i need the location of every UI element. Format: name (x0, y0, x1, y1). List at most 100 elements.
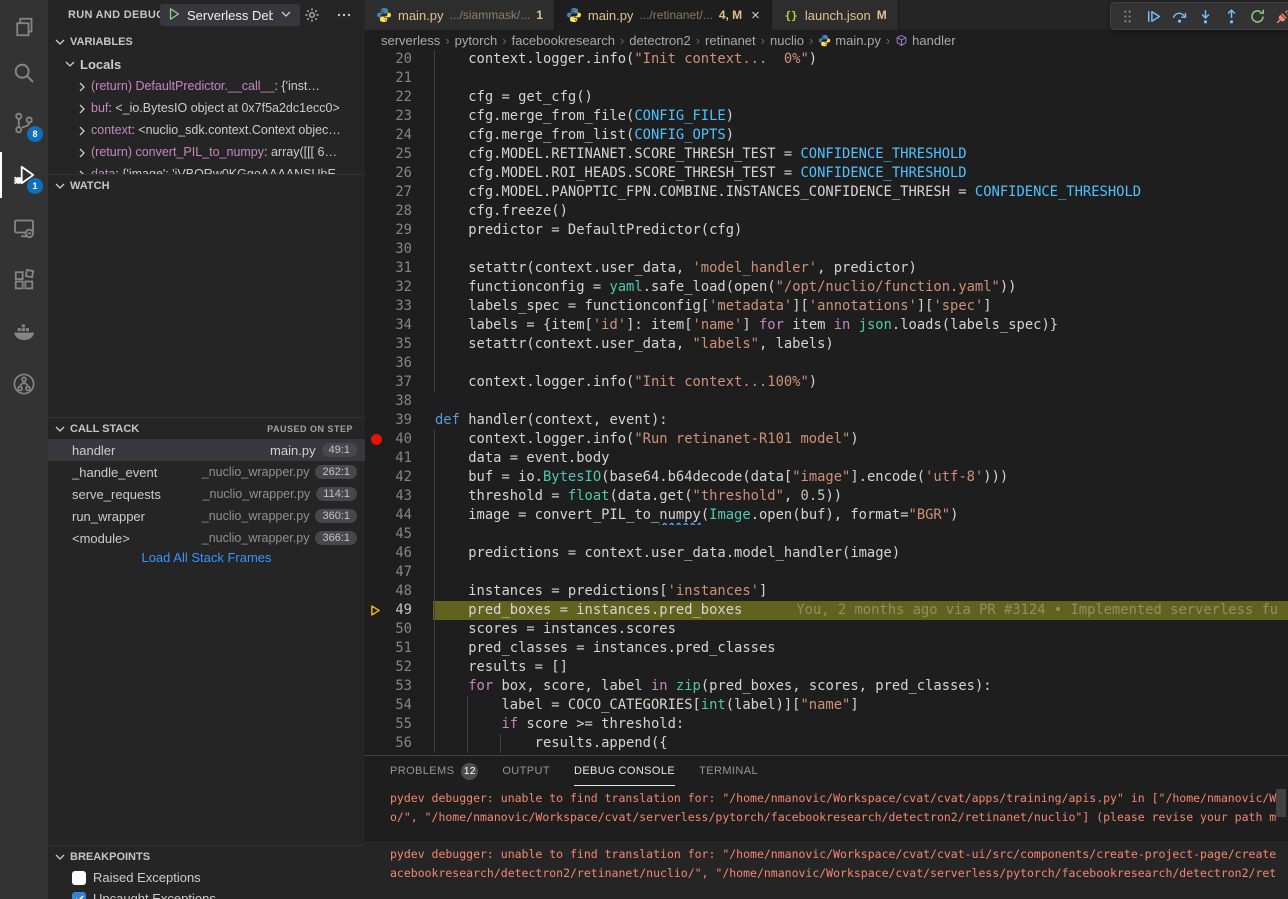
gutter-line-20[interactable]: 20 (365, 50, 433, 69)
gutter-line-23[interactable]: 23 (365, 107, 433, 126)
activity-bar-item-git-graph[interactable] (0, 361, 48, 407)
activity-bar-item-extensions[interactable] (0, 257, 48, 303)
more-actions-icon[interactable] (336, 7, 352, 23)
code-line-content[interactable]: labels_spec = functionconfig['metadata']… (433, 297, 1288, 316)
code-line-content[interactable]: predictions = context.user_data.model_ha… (433, 544, 1288, 563)
step-over-button[interactable] (1167, 4, 1191, 28)
breadcrumb-item-main.py[interactable]: main.py (818, 33, 881, 48)
code-line-content[interactable] (433, 392, 1288, 411)
gutter-line-34[interactable]: 34 (365, 316, 433, 335)
code-line-content[interactable]: label = COCO_CATEGORIES[int(label)]["nam… (433, 696, 1288, 715)
code-line-content[interactable] (433, 525, 1288, 544)
code-line-content[interactable]: setattr(context.user_data, 'model_handle… (433, 259, 1288, 278)
code-line-content[interactable]: def handler(context, event): (433, 411, 1288, 430)
gutter-line-51[interactable]: 51 (365, 639, 433, 658)
gutter-line-41[interactable]: 41 (365, 449, 433, 468)
call-stack-frame[interactable]: handlermain.py49:1 (48, 439, 365, 461)
gutter-line-40[interactable]: 40 (365, 430, 433, 449)
editor-tab-main.py[interactable]: main.py.../siammask/...1 (365, 0, 555, 30)
gutter-line-49[interactable]: 49 (365, 601, 433, 620)
gutter-line-43[interactable]: 43 (365, 487, 433, 506)
disconnect-button[interactable] (1271, 4, 1288, 28)
code-line-content[interactable]: pred_boxes = instances.pred_boxesYou, 2 … (433, 601, 1288, 620)
gutter-line-30[interactable]: 30 (365, 240, 433, 259)
gutter-line-25[interactable]: 25 (365, 145, 433, 164)
activity-bar-item-source-control[interactable]: 8 (0, 100, 48, 146)
code-line-content[interactable] (433, 354, 1288, 373)
code-line-content[interactable]: for box, score, label in zip(pred_boxes,… (433, 677, 1288, 696)
activity-bar-item-remote-explorer[interactable] (0, 205, 48, 251)
gutter-line-35[interactable]: 35 (365, 335, 433, 354)
variables-scope-locals[interactable]: Locals (48, 53, 365, 75)
code-line-content[interactable]: instances = predictions['instances'] (433, 582, 1288, 601)
editor-tab-launch.json[interactable]: {}launch.jsonM (772, 0, 899, 30)
code-line-content[interactable]: data = event.body (433, 449, 1288, 468)
call-stack-frame[interactable]: serve_requests_nuclio_wrapper.py114:1 (48, 483, 365, 505)
gutter-line-24[interactable]: 24 (365, 126, 433, 145)
variable-row[interactable]: context: <nuclio_sdk.context.Context obj… (48, 119, 365, 141)
breadcrumb-item-serverless[interactable]: serverless (381, 33, 440, 48)
breadcrumb-item-handler[interactable]: handler (895, 33, 955, 48)
drag-handle-button[interactable] (1115, 4, 1139, 28)
step-out-button[interactable] (1219, 4, 1243, 28)
gutter-line-44[interactable]: 44 (365, 506, 433, 525)
gutter-line-52[interactable]: 52 (365, 658, 433, 677)
activity-bar-item-run-and-debug[interactable]: 1 (0, 152, 48, 198)
step-into-button[interactable] (1193, 4, 1217, 28)
code-line-content[interactable]: cfg.MODEL.PANOPTIC_FPN.COMBINE.INSTANCES… (433, 183, 1288, 202)
gear-icon[interactable] (304, 7, 320, 23)
gutter-line-39[interactable]: 39 (365, 411, 433, 430)
gutter-line-37[interactable]: 37 (365, 373, 433, 392)
gutter-line-46[interactable]: 46 (365, 544, 433, 563)
code-line-content[interactable]: context.logger.info("Init context...100%… (433, 373, 1288, 392)
continue-button[interactable] (1141, 4, 1165, 28)
variable-row[interactable]: (return) convert_PIL_to_numpy: array([[[… (48, 141, 365, 163)
gutter-line-47[interactable]: 47 (365, 563, 433, 582)
gutter-line-38[interactable]: 38 (365, 392, 433, 411)
code-line-content[interactable]: scores = instances.scores (433, 620, 1288, 639)
panel-tab-output[interactable]: OUTPUT (502, 757, 550, 786)
debug-console-output[interactable]: pydev debugger: unable to find translati… (365, 786, 1288, 899)
breadcrumb-item-pytorch[interactable]: pytorch (455, 33, 498, 48)
code-line-content[interactable]: results.append({ (433, 734, 1288, 753)
activity-bar-item-docker[interactable] (0, 309, 48, 355)
code-line-content[interactable]: if score >= threshold: (433, 715, 1288, 734)
call-stack-frame[interactable]: run_wrapper_nuclio_wrapper.py360:1 (48, 505, 365, 527)
code-line-content[interactable] (433, 69, 1288, 88)
call-stack-frame[interactable]: _handle_event_nuclio_wrapper.py262:1 (48, 461, 365, 483)
unchecked-checkbox[interactable] (72, 871, 86, 885)
code-line-content[interactable]: context.logger.info("Run retinanet-R101 … (433, 430, 1288, 449)
call-stack-section-header[interactable]: CALL STACK PAUSED ON STEP (48, 417, 365, 439)
watch-section-header[interactable]: WATCH (48, 174, 365, 196)
code-line-content[interactable]: cfg.MODEL.RETINANET.SCORE_THRESH_TEST = … (433, 145, 1288, 164)
activity-bar-item-explorer[interactable] (0, 4, 48, 50)
activity-bar-item-search[interactable] (0, 50, 48, 96)
breadcrumb-item-detectron2[interactable]: detectron2 (629, 33, 690, 48)
code-line-content[interactable]: labels = {item['id']: item['name'] for i… (433, 316, 1288, 335)
gutter-line-50[interactable]: 50 (365, 620, 433, 639)
gutter-line-26[interactable]: 26 (365, 164, 433, 183)
load-all-stack-frames-link[interactable]: Load All Stack Frames (48, 550, 365, 565)
breakpoint-icon[interactable] (371, 434, 382, 445)
gutter-line-55[interactable]: 55 (365, 715, 433, 734)
call-stack-frame[interactable]: <module>_nuclio_wrapper.py366:1 (48, 527, 365, 549)
gutter-line-27[interactable]: 27 (365, 183, 433, 202)
launch-config-dropdown[interactable]: Serverless Debu (160, 4, 300, 26)
gutter-line-45[interactable]: 45 (365, 525, 433, 544)
code-line-content[interactable]: cfg = get_cfg() (433, 88, 1288, 107)
gutter-line-53[interactable]: 53 (365, 677, 433, 696)
gutter-line-56[interactable]: 56 (365, 734, 433, 753)
code-line-content[interactable]: cfg.merge_from_list(CONFIG_OPTS) (433, 126, 1288, 145)
gutter-line-36[interactable]: 36 (365, 354, 433, 373)
code-line-content[interactable]: pred_classes = instances.pred_classes (433, 639, 1288, 658)
variable-row[interactable]: buf: <_io.BytesIO object at 0x7f5a2dc1ec… (48, 97, 365, 119)
panel-tab-terminal[interactable]: TERMINAL (699, 757, 758, 786)
variables-section-header[interactable]: VARIABLES (48, 31, 365, 53)
breadcrumb-item-nuclio[interactable]: nuclio (770, 33, 804, 48)
variable-row[interactable]: (return) DefaultPredictor.__call__: {'in… (48, 75, 365, 97)
close-icon[interactable]: × (751, 8, 760, 23)
code-line-content[interactable]: predictor = DefaultPredictor(cfg) (433, 221, 1288, 240)
code-editor[interactable]: 20 context.logger.info("Init context... … (365, 50, 1288, 755)
gutter-line-28[interactable]: 28 (365, 202, 433, 221)
panel-tab-problems[interactable]: PROBLEMS12 (390, 757, 478, 786)
